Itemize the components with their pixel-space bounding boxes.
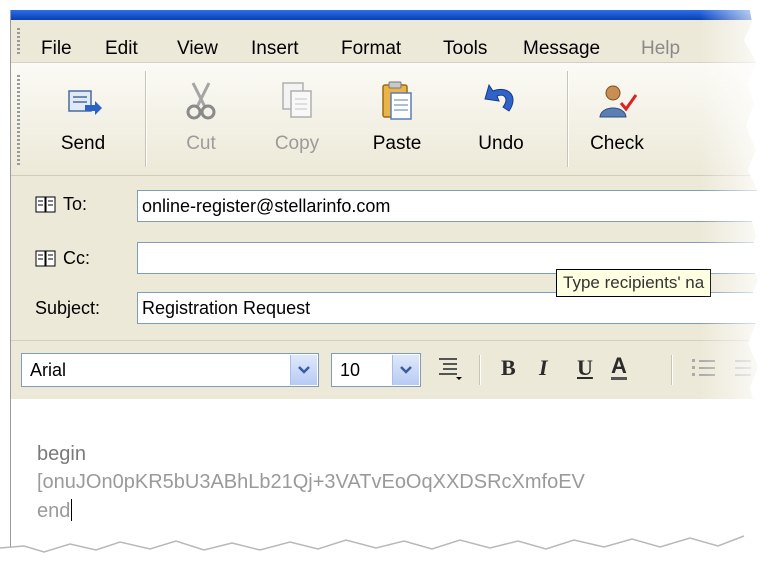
- paste-label: Paste: [372, 133, 422, 154]
- menu-grip: [17, 28, 20, 56]
- menu-help[interactable]: Help: [641, 38, 680, 60]
- compose-window: File Edit View Insert Format Tools Messa…: [10, 10, 779, 564]
- body-line-text: end: [37, 500, 71, 522]
- message-body[interactable]: begin [onuJOn0pKR5bU3ABhLb21Qj+3VATvEoOq…: [11, 399, 779, 564]
- address-book-icon: [35, 196, 56, 212]
- to-field[interactable]: [137, 190, 779, 222]
- cc-label: Cc:: [63, 248, 90, 268]
- address-book-icon: [35, 250, 56, 266]
- font-name-value: Arial: [30, 360, 67, 380]
- font-color-button[interactable]: A: [611, 355, 627, 380]
- to-label-button[interactable]: To:: [35, 194, 87, 215]
- menu-file[interactable]: File: [41, 38, 72, 60]
- toolbar-divider: [567, 71, 568, 167]
- copy-button[interactable]: Copy: [259, 73, 335, 167]
- bold-button[interactable]: B: [501, 355, 516, 381]
- toolbar-grip: [17, 75, 20, 165]
- text-caret: [71, 499, 73, 521]
- clipboard-icon: [382, 81, 412, 120]
- italic-button[interactable]: I: [539, 355, 548, 381]
- underline-button[interactable]: U: [577, 355, 593, 381]
- undo-arrow-icon: [484, 83, 514, 112]
- menu-view[interactable]: View: [177, 38, 218, 60]
- send-label: Send: [60, 133, 106, 154]
- format-divider: [671, 355, 672, 385]
- copy-icon: [282, 82, 312, 118]
- paste-button[interactable]: Paste: [359, 73, 435, 167]
- cut-label: Cut: [186, 133, 216, 154]
- copy-label: Copy: [274, 133, 320, 154]
- font-size-select[interactable]: 10: [331, 353, 421, 387]
- check-names-button[interactable]: Check: [579, 73, 655, 167]
- cut-button[interactable]: Cut: [163, 73, 239, 167]
- toolbar-divider: [145, 71, 146, 167]
- title-bar: [11, 10, 779, 20]
- undo-button[interactable]: Undo: [463, 73, 539, 167]
- menu-message[interactable]: Message: [523, 38, 600, 60]
- check-label: Check: [590, 133, 644, 154]
- menu-bar: File Edit View Insert Format Tools Messa…: [11, 20, 779, 63]
- bullet-list-icon[interactable]: [727, 355, 753, 387]
- cc-label-button[interactable]: Cc:: [35, 248, 90, 269]
- body-line: end: [37, 499, 73, 523]
- body-line: [onuJOn0pKR5bU3ABhLb21Qj+3VATvEoOqXXDSRc…: [37, 471, 585, 493]
- to-label: To:: [63, 194, 88, 214]
- send-button[interactable]: Send: [45, 73, 121, 167]
- toolbar: Send Cut Copy Paste Undo Check: [11, 63, 779, 176]
- check-names-icon: [599, 85, 638, 118]
- font-name-select[interactable]: Arial: [21, 353, 319, 387]
- message-header: To: Cc: Subject: Type recipients' na: [11, 176, 779, 346]
- scissors-icon: [186, 82, 216, 120]
- format-divider: [479, 355, 480, 385]
- chevron-down-icon[interactable]: [290, 355, 317, 385]
- subject-label: Subject:: [35, 298, 101, 318]
- undo-label: Undo: [478, 133, 524, 154]
- body-line: begin: [37, 443, 86, 465]
- menu-tools[interactable]: Tools: [443, 38, 487, 60]
- send-icon: [68, 90, 102, 115]
- font-size-value: 10: [340, 360, 361, 380]
- menu-edit[interactable]: Edit: [105, 38, 138, 60]
- chevron-down-icon[interactable]: [392, 355, 419, 385]
- format-toolbar: Arial 10 B I U A: [11, 340, 779, 400]
- menu-insert[interactable]: Insert: [251, 38, 299, 60]
- paragraph-style-icon[interactable]: [437, 355, 463, 387]
- numbered-list-icon[interactable]: [691, 355, 717, 387]
- recipients-tooltip: Type recipients' na: [556, 269, 712, 297]
- menu-format[interactable]: Format: [341, 38, 401, 60]
